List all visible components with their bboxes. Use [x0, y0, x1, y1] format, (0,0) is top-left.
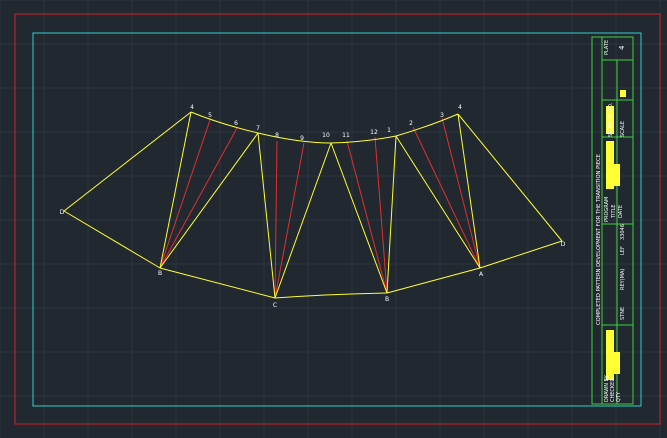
row-lef: LEF — [620, 246, 626, 255]
outer-sheet-border — [14, 13, 661, 425]
label-a: A — [479, 271, 484, 278]
plate-label: PLATE — [604, 40, 610, 55]
pattern-outline — [63, 111, 563, 299]
label-right-d: D — [561, 241, 566, 248]
label-top-4b: 4 — [458, 104, 462, 111]
label-top-3: 3 — [440, 112, 444, 119]
pattern-edge — [63, 111, 192, 212]
label-left-d: D — [60, 209, 65, 216]
label-top-7: 7 — [256, 125, 260, 132]
plate-number: 4 — [618, 45, 626, 50]
label-top-2: 2 — [409, 120, 413, 127]
program-label: PROGRAM — [604, 197, 610, 222]
program-fill — [606, 141, 614, 189]
pattern-edge — [330, 142, 388, 294]
cad-drawing-canvas[interactable]: D D B C B A 4 5 6 7 8 9 10 11 12 1 2 3 4 — [0, 0, 667, 438]
vertex-labels: D D B C B A 4 5 6 7 8 9 10 11 12 1 2 3 4 — [60, 104, 566, 309]
bottom-curve — [274, 292, 388, 299]
pattern-edge — [395, 135, 481, 269]
label-top-11: 11 — [342, 132, 350, 139]
label-b1: B — [158, 270, 162, 277]
background-grid — [0, 0, 667, 438]
label-top-1: 1 — [387, 127, 391, 134]
label-top-5: 5 — [208, 112, 212, 119]
pattern-edge — [386, 135, 397, 294]
label-top-6: 6 — [234, 120, 238, 127]
fold-lines — [159, 117, 481, 299]
row-stne: STNE — [620, 307, 626, 320]
label-b2: B — [385, 296, 389, 303]
row-reyma: REY(MA) — [620, 269, 626, 290]
pattern-edge — [386, 267, 481, 294]
plate-mark — [620, 90, 626, 97]
pattern-edge — [257, 132, 276, 299]
label-top-4: 4 — [190, 104, 194, 111]
pattern-edge — [159, 267, 276, 299]
label-top-9: 9 — [300, 135, 304, 142]
title-label: TITLE — [611, 204, 617, 219]
fold-line — [159, 127, 238, 269]
drawn-by-fill — [614, 352, 620, 374]
label-c: C — [273, 302, 277, 309]
scale-label: SCALE — [620, 121, 626, 137]
qty-label: QTY — [616, 391, 622, 402]
pattern-edge — [159, 132, 259, 269]
fold-line — [441, 117, 481, 269]
label-top-8: 8 — [275, 132, 279, 139]
program-fill — [614, 164, 620, 186]
label-top-12: 12 — [370, 129, 378, 136]
drawing-title: COMPLETED PATTERN DEVELOPMENT FOR THE TR… — [596, 154, 602, 325]
label-top-10: 10 — [322, 132, 330, 139]
date-label: DATE — [618, 205, 624, 218]
drawn-by-fill — [606, 330, 614, 380]
student-no-label: STUDENT NO. — [608, 102, 614, 137]
row-number: 33046 — [620, 224, 626, 240]
